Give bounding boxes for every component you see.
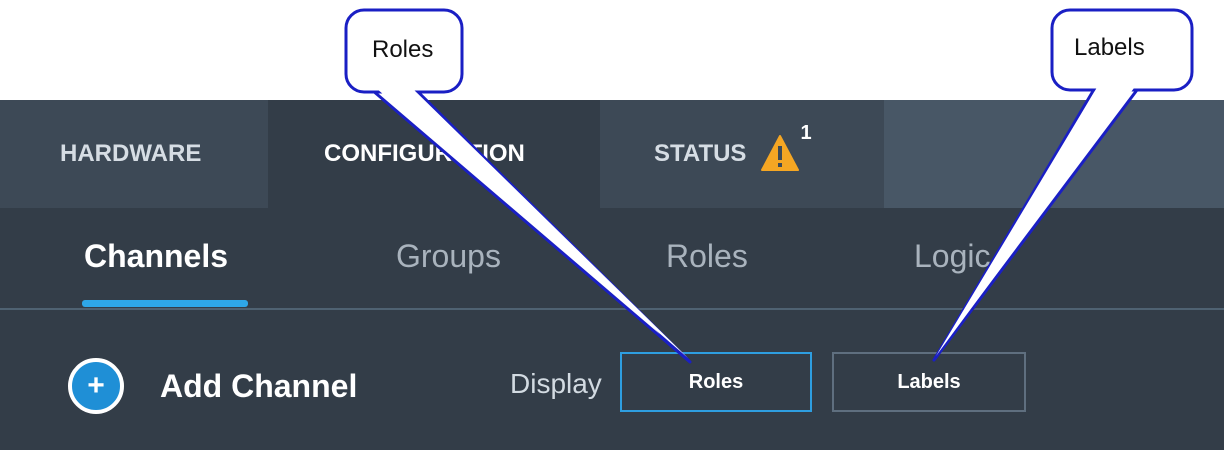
callout-roles-text: Roles bbox=[372, 36, 434, 63]
callout-labels-text: Labels bbox=[1074, 34, 1145, 61]
sub-tab-bar: Channels Groups Roles Logic bbox=[0, 208, 1224, 308]
tab-status[interactable]: STATUS 1 bbox=[600, 100, 884, 208]
divider bbox=[0, 308, 1224, 310]
add-channel-label[interactable]: Add Channel bbox=[160, 368, 357, 405]
display-roles-label: Roles bbox=[688, 370, 744, 393]
plus-icon: + bbox=[87, 369, 105, 402]
tab-status-label: STATUS bbox=[654, 140, 747, 167]
tab-configuration-label: CONFIGURATION bbox=[324, 140, 525, 167]
tab-hardware-label: HARDWARE bbox=[60, 140, 202, 167]
display-roles-button[interactable]: Roles bbox=[620, 352, 812, 412]
display-labels-label: Labels bbox=[897, 370, 961, 393]
tab-configuration[interactable]: CONFIGURATION bbox=[268, 100, 600, 208]
active-tab-indicator bbox=[82, 300, 248, 307]
warning-icon: 1 bbox=[760, 122, 812, 174]
display-labels-button[interactable]: Labels bbox=[832, 352, 1026, 412]
tab-groups[interactable]: Groups bbox=[396, 238, 501, 275]
display-label: Display bbox=[510, 368, 602, 399]
top-tab-bar: HARDWARE CONFIGURATION STATUS 1 bbox=[0, 100, 1224, 208]
tab-hardware[interactable]: HARDWARE bbox=[0, 100, 268, 208]
app-panel: HARDWARE CONFIGURATION STATUS 1 Channels… bbox=[0, 100, 1224, 450]
status-badge: 1 bbox=[800, 122, 812, 144]
tab-roles[interactable]: Roles bbox=[666, 238, 748, 275]
add-channel-button[interactable]: + bbox=[68, 358, 124, 414]
tab-channels[interactable]: Channels bbox=[84, 238, 228, 275]
tab-logic[interactable]: Logic bbox=[914, 238, 991, 275]
